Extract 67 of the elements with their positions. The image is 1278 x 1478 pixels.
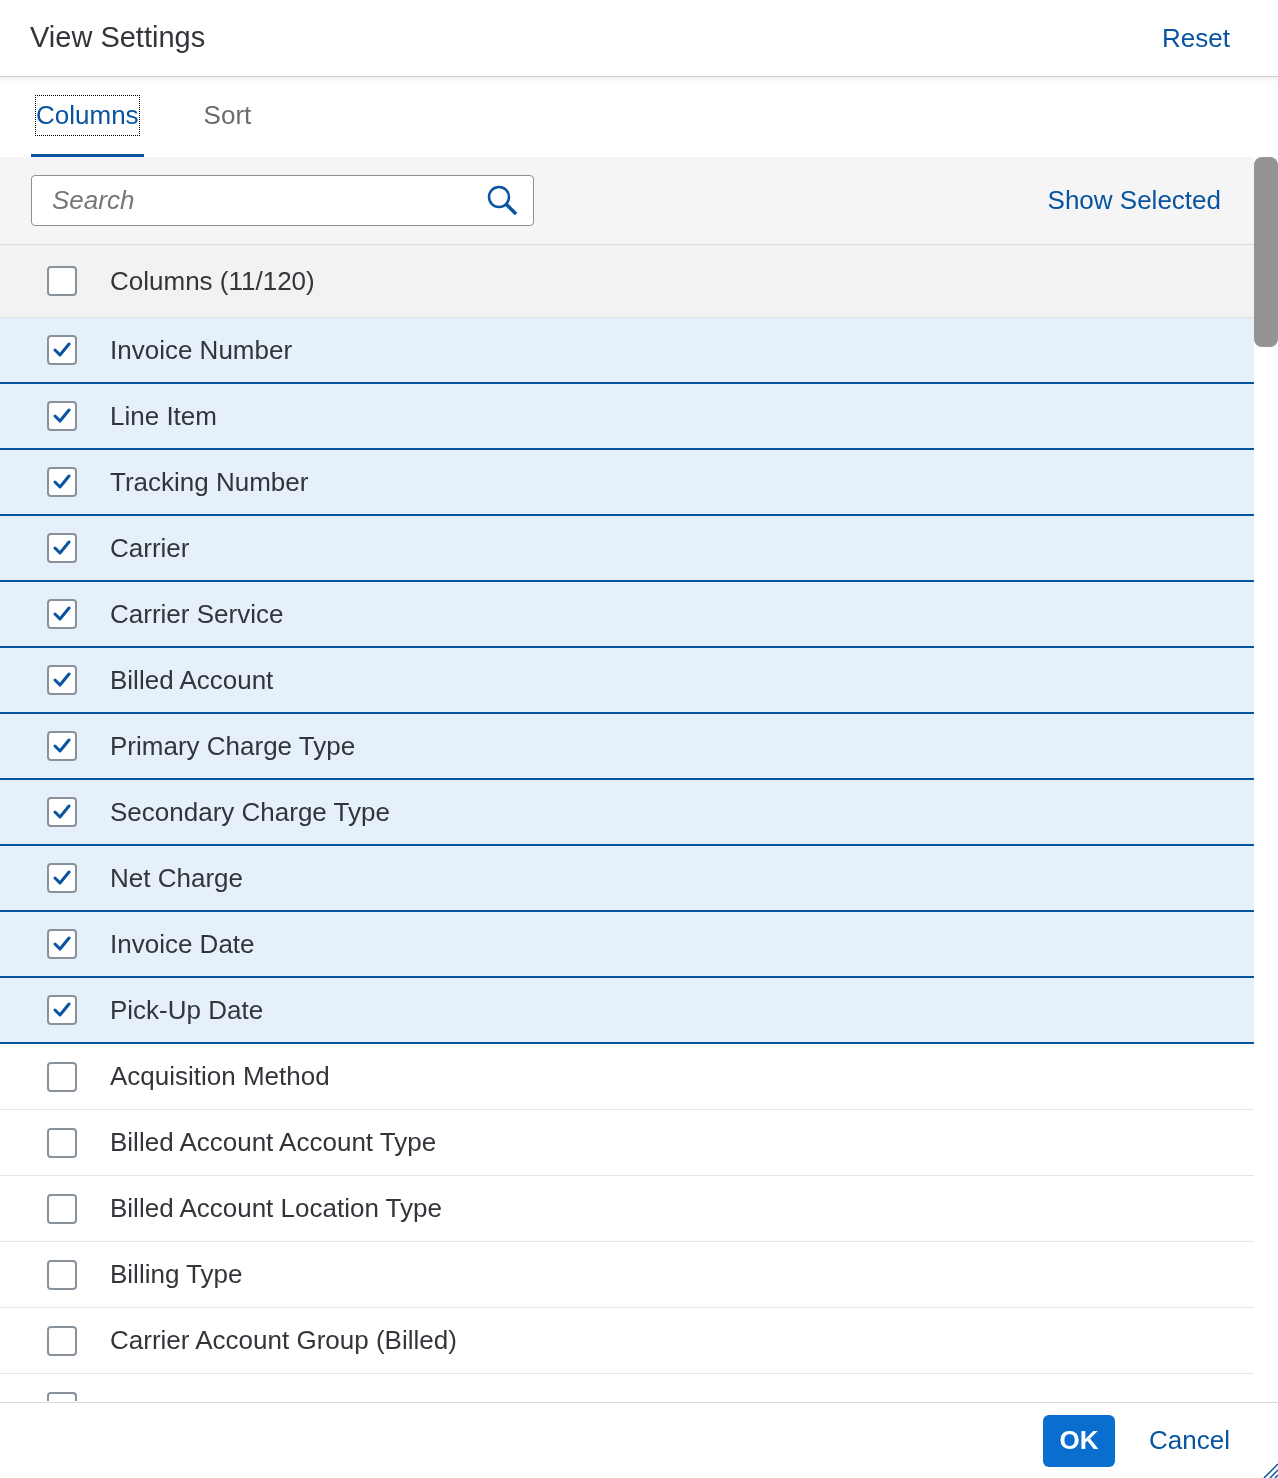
checkmark-icon: [53, 408, 71, 424]
checkbox[interactable]: [47, 1127, 77, 1158]
checkbox[interactable]: [47, 533, 77, 563]
list-item[interactable]: Line Item: [0, 384, 1254, 450]
column-label: Invoice Number: [110, 333, 293, 367]
checkbox[interactable]: [47, 335, 77, 365]
column-label: Carrier Service: [110, 597, 284, 631]
column-label: Invoice Date: [110, 927, 255, 961]
checkbox[interactable]: [47, 1061, 77, 1092]
list-item[interactable]: Tracking Number: [0, 450, 1254, 516]
checkbox[interactable]: [47, 731, 77, 761]
list-item[interactable]: Primary Charge Type: [0, 714, 1254, 780]
cancel-button[interactable]: Cancel: [1149, 1414, 1230, 1467]
checkmark-icon: [53, 738, 71, 754]
column-label: Pick-Up Date: [110, 993, 264, 1027]
checkbox[interactable]: [47, 665, 77, 695]
column-label: Primary Charge Type: [110, 729, 356, 763]
checkmark-icon: [53, 342, 71, 358]
tab[interactable]: Sort: [198, 77, 257, 157]
checkbox[interactable]: [47, 995, 77, 1025]
show-selected-link[interactable]: Show Selected: [1047, 181, 1221, 220]
checkbox[interactable]: [47, 1392, 77, 1401]
column-label: Billed Account Location Type: [110, 1192, 442, 1225]
checkbox[interactable]: [47, 929, 77, 959]
column-label: Net Charge: [110, 861, 243, 895]
checkbox[interactable]: [47, 266, 77, 296]
checkbox[interactable]: [47, 467, 77, 497]
list-item[interactable]: Billed Account: [0, 648, 1254, 714]
search-icon[interactable]: [487, 185, 517, 215]
checkbox[interactable]: [47, 1193, 77, 1224]
column-label: Carrier: [110, 531, 190, 565]
column-label: Secondary Charge Type: [110, 795, 390, 829]
checkmark-icon: [53, 936, 71, 952]
list-item[interactable]: Carrier: [0, 516, 1254, 582]
list-item[interactable]: Invoice Date: [0, 912, 1254, 978]
column-label: Billing Type: [110, 1258, 243, 1291]
checkbox[interactable]: [47, 1325, 77, 1356]
ok-button[interactable]: OK: [1043, 1414, 1116, 1467]
checkbox[interactable]: [47, 599, 77, 629]
column-label: Acquisition Method: [110, 1060, 330, 1093]
dialog-title: View Settings: [30, 20, 206, 56]
list-item[interactable]: Carrier Service: [0, 582, 1254, 648]
column-label: Tracking Number: [110, 465, 309, 499]
list-item[interactable]: Pick-Up Date: [0, 978, 1254, 1044]
column-label: Billed Account: [110, 663, 274, 697]
checkbox[interactable]: [47, 401, 77, 431]
checkmark-icon: [53, 606, 71, 622]
scrollbar-thumb[interactable]: [1254, 157, 1278, 347]
checkmark-icon: [53, 804, 71, 820]
checkmark-icon: [53, 1002, 71, 1018]
column-label: Line Item: [110, 399, 217, 433]
column-label: Billed Account Account Type: [110, 1126, 437, 1159]
list-item[interactable]: Net Charge: [0, 846, 1254, 912]
list-header-label: Columns (11/120): [110, 264, 315, 298]
checkbox[interactable]: [47, 797, 77, 827]
checkmark-icon: [53, 672, 71, 688]
list-item[interactable]: Secondary Charge Type: [0, 780, 1254, 846]
checkbox[interactable]: [47, 863, 77, 893]
checkmark-icon: [53, 870, 71, 886]
checkbox[interactable]: [47, 1259, 77, 1290]
checkmark-icon: [53, 474, 71, 490]
list-item[interactable]: Invoice Number: [0, 318, 1254, 384]
checkmark-icon: [53, 540, 71, 556]
search-field[interactable]: Search: [31, 175, 534, 226]
column-label: Carrier Account Group (Billed): [110, 1324, 457, 1357]
resize-handle-icon[interactable]: [1262, 1462, 1278, 1478]
reset-button[interactable]: Reset: [1162, 18, 1230, 58]
